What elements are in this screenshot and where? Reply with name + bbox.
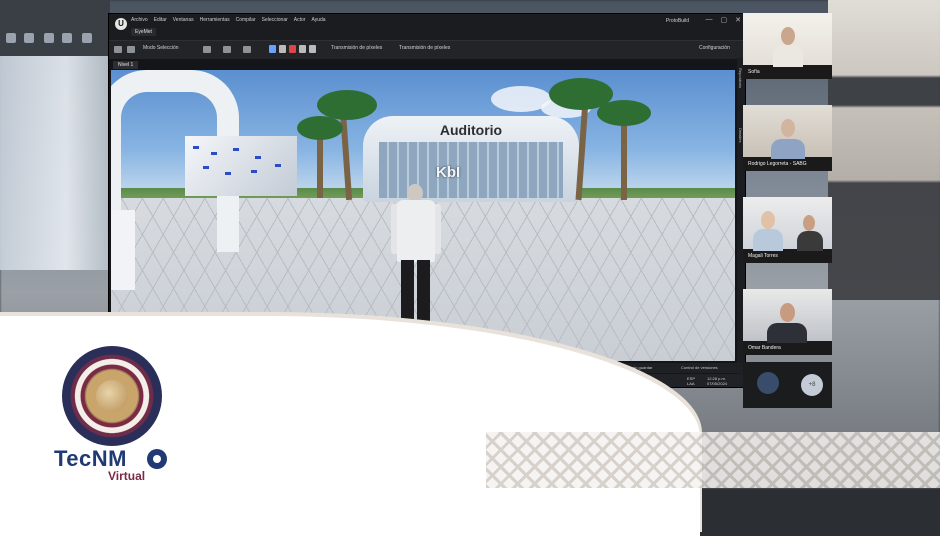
person-body: [773, 45, 803, 67]
stop-icon[interactable]: [289, 45, 296, 53]
add-actor-icon[interactable]: [203, 46, 211, 53]
menu-seleccionar[interactable]: Seleccionar: [262, 17, 288, 23]
save-icon[interactable]: [114, 46, 122, 53]
title-bar: U Archivo Editar Ventanas Herramientas C…: [109, 14, 745, 40]
window-controls: — ▢ ✕: [706, 16, 742, 24]
background-right-blur: [828, 0, 940, 300]
palm-leaves: [597, 100, 651, 126]
pixel-streaming-button-1[interactable]: Transmisión de píxeles: [331, 45, 382, 51]
video-feed: [743, 105, 832, 159]
person-body: [753, 229, 783, 251]
background-arch-left: [0, 40, 110, 270]
person-face: [761, 211, 775, 229]
project-tab[interactable]: EyeMet: [131, 28, 156, 36]
participant-tile[interactable]: Magali Torres: [743, 197, 832, 263]
self-avatar[interactable]: [757, 372, 779, 394]
minimize-button[interactable]: —: [706, 16, 713, 24]
participant-name: Rodrigo Legorreta - SABG: [748, 161, 807, 167]
participant-name: Sofía: [748, 69, 760, 75]
auditorium-sign: Auditorio: [439, 122, 503, 138]
eject-icon[interactable]: [299, 45, 306, 53]
person-face: [780, 303, 795, 322]
auditorium-building: Auditorio: [363, 116, 579, 202]
unreal-logo-icon[interactable]: U: [115, 18, 127, 30]
maximize-button[interactable]: ▢: [721, 16, 728, 24]
menu-archivo[interactable]: Archivo: [131, 17, 148, 23]
self-view-tile: +8: [743, 362, 832, 408]
decorative-pattern: [486, 432, 940, 488]
video-feed: [743, 13, 832, 67]
person-body: [771, 139, 805, 159]
building-left: [185, 136, 297, 196]
menu-ayuda[interactable]: Ayuda: [311, 17, 325, 23]
status-source-control[interactable]: Control de versiones: [681, 365, 718, 370]
close-button[interactable]: ✕: [735, 16, 741, 24]
more-participants-button[interactable]: +8: [801, 374, 823, 396]
menu-editar[interactable]: Editar: [154, 17, 167, 23]
palm-leaves: [297, 116, 343, 140]
participant-name: Magali Torres: [748, 253, 778, 259]
brand-subtitle: Virtual: [108, 469, 146, 483]
pillar: [111, 210, 135, 290]
blueprint-icon[interactable]: [223, 46, 231, 53]
person-face: [803, 215, 815, 231]
tray-clock[interactable]: 12:28 p.m. 07/05/2024: [707, 376, 727, 386]
viewport-tab[interactable]: Nivel 1: [113, 61, 139, 69]
settings-button[interactable]: Configuración: [699, 45, 730, 51]
avatar-torso: [397, 200, 435, 262]
cinematics-icon[interactable]: [243, 46, 251, 53]
participant-tile[interactable]: Omar Bandera: [743, 289, 832, 355]
menu-bar: Archivo Editar Ventanas Herramientas Com…: [131, 17, 326, 23]
pause-icon[interactable]: [269, 45, 276, 53]
background-top-strip: [0, 0, 110, 56]
content-icon[interactable]: [127, 46, 135, 53]
pixel-streaming-button-2[interactable]: Transmisión de píxeles: [399, 45, 450, 51]
globe-icon: [96, 380, 128, 412]
step-icon[interactable]: [279, 45, 286, 53]
video-feed: [743, 289, 832, 343]
menu-ventanas[interactable]: Ventanas: [173, 17, 194, 23]
participant-name: Omar Bandera: [748, 345, 781, 351]
launch-options-icon[interactable]: [309, 45, 316, 53]
mode-select-button[interactable]: Modo Selección: [143, 45, 179, 51]
menu-actor[interactable]: Actor: [294, 17, 306, 23]
person-face: [781, 27, 795, 45]
palm-trunk: [621, 118, 627, 200]
main-toolbar: Modo Selección Transmisión de píxeles Tr…: [109, 40, 745, 59]
kbi-logo: KbI: [436, 164, 461, 181]
avatar-leg: [417, 260, 430, 328]
project-name: ProtoBuild: [665, 18, 689, 24]
gear-icon: [147, 449, 167, 469]
person-body: [797, 231, 823, 251]
palm-trunk: [317, 132, 323, 198]
menu-compilar[interactable]: Compilar: [236, 17, 256, 23]
menu-herramientas[interactable]: Herramientas: [200, 17, 230, 23]
person-body: [767, 323, 807, 343]
participant-tile[interactable]: Sofía: [743, 13, 832, 79]
tray-language[interactable]: ESP LAA: [687, 376, 695, 386]
video-feed: [743, 197, 832, 251]
participant-tile[interactable]: Rodrigo Legorreta - SABG: [743, 105, 832, 171]
person-face: [781, 119, 795, 137]
